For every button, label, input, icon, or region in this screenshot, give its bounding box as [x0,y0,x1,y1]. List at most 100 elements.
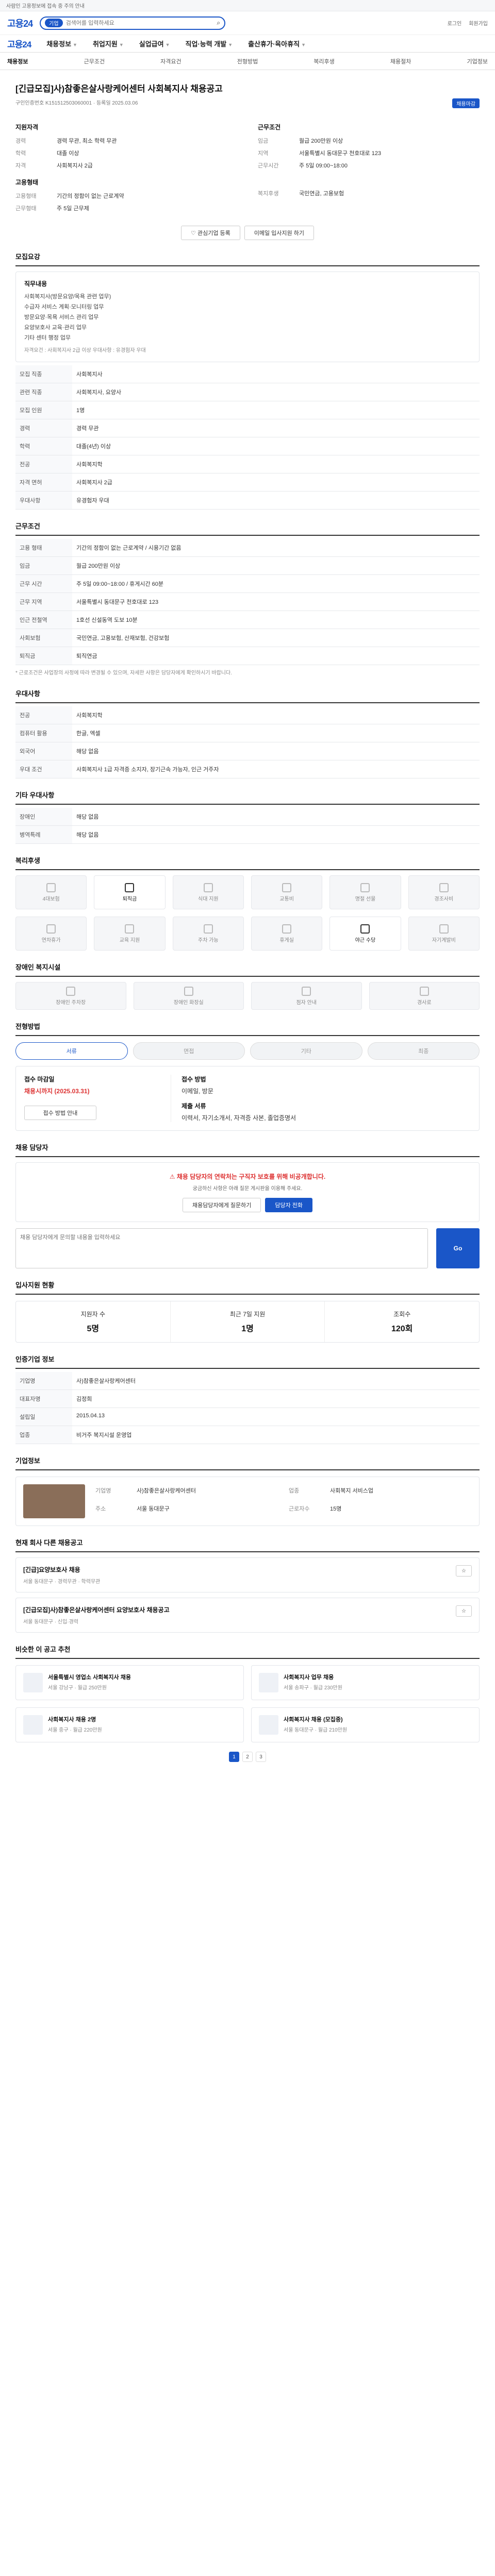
recommend-card[interactable]: 서울특별시 영업소 사회복지사 채용 서울 강남구 · 월급 250만원 [15,1665,244,1700]
warning-text: 궁금하신 사항은 아래 질문 게시판을 이용해 주세요. [192,1186,303,1192]
section-title: 기타 우대사항 [15,790,480,805]
summary-row: 학력 대졸 이상 [15,150,79,157]
stat-item: 지원자 수 5명 [16,1301,171,1342]
table-row: 모집 직종 사회복지사 [15,365,480,383]
section-jobinfo: 모집요강 직무내용 사회복지사(방문요양/목욕 관련 업무) 수급자 서비스 계… [15,251,480,510]
summary-work-heading: 근무조건 [258,124,281,131]
search-category-chip[interactable]: 기업 [45,19,63,27]
apply-method-button[interactable]: 접수 방법 안내 [24,1106,96,1120]
section-work: 근무조건 고용 형태 기간의 정함이 없는 근로계약 / 시용기간 없음 임금 월급… [15,521,480,677]
action-buttons: ♡ 관심기업 등록 이메일 입사지원 하기 [15,226,480,240]
tab-method[interactable]: 전형방법 [237,57,258,65]
section-stats: 입사지원 현황 지원자 수 5명 최근 7일 지원 1명 조회수 120회 [15,1280,480,1343]
scrap-button[interactable]: ☆ [456,1605,472,1617]
question-form: Go [15,1228,480,1268]
tab-welfare[interactable]: 복리후생 [314,57,334,65]
duty-heading: 직무내용 [24,280,47,287]
gnb-item[interactable]: 실업급여 ▼ [139,39,170,48]
section-title: 채용 담당자 [15,1142,480,1157]
welfare-tile: 경조사비 [408,875,480,909]
gnb-item[interactable]: 취업지원 ▼ [93,39,124,48]
table-row: 외국어 해당 없음 [15,742,480,760]
company-row: 주소 서울 동대문구 [95,1506,170,1512]
facility-label: 점자 안내 [296,999,317,1006]
gnb-item[interactable]: 직업·능력 개발 ▼ [186,39,233,48]
welfare-label: 휴게실 [279,937,294,943]
job-meta: 구인인증번호 K151512503060001 · 등록일 2025.03.06… [15,98,480,108]
recruit-company-table: 기업명 사)참좋은살사랑케어센터 대표자명 김정희 설립일 2015.04.13 업종… [15,1372,480,1444]
company-row: 근로자수 15명 [289,1506,342,1512]
summary-row: 자격 사회복지사 2급 [15,163,93,169]
table-row: 자격 면허 사회복지사 2급 [15,473,480,492]
table-row: 우대 조건 사회복지사 1급 자격증 소지자, 장기근속 가능자, 인근 거주자 [15,760,480,778]
page-button[interactable]: 1 [229,1752,239,1762]
job-id: 구인인증번호 K151512503060001 [15,100,92,106]
search-input[interactable] [65,20,214,26]
welfare-icon [46,883,56,892]
welfare-tile: 자기계발비 [408,917,480,951]
page-button[interactable]: 3 [256,1752,266,1762]
section-other: 기타 우대사항 장애인 해당 없음 병역특례 해당 없음 [15,790,480,844]
email-apply-button[interactable]: 이메일 입사지원 하기 [244,226,314,240]
welfare-tile: 교육 지원 [94,917,166,951]
table-row: 사회보험 국민연금, 고용보험, 산재보험, 건강보험 [15,629,480,647]
recommend-card[interactable]: 사회복지사 채용 (모집중) 서울 동대문구 · 월급 210만원 [251,1707,480,1742]
pagination: 1 2 3 [15,1752,480,1762]
company-row: 업종 사회복지 서비스업 [289,1488,374,1494]
section-title: 모집요강 [15,251,480,266]
summary-row: 고용형태 기간의 정함이 없는 근로계약 [15,193,124,199]
duty-note: 자격요건 : 사회복지사 2급 이상 우대사항 : 유경험자 우대 [24,348,146,353]
other-table: 장애인 해당 없음 병역특례 해당 없음 [15,808,480,844]
welfare-icon [125,883,135,892]
table-row: 퇴직금 퇴직연금 [15,647,480,665]
summary-row: 근무시간 주 5일 09:00~18:00 [258,163,348,169]
privacy-warning: ⚠ 채용 담당자의 연락처는 구직자 보호를 위해 비공개합니다. 궁금하신 사… [15,1162,480,1222]
gnb-item[interactable]: 출산휴가·육아휴직 ▼ [248,39,306,48]
facility-label: 경사로 [417,999,432,1006]
tab-work[interactable]: 근무조건 [84,57,105,65]
ask-manager-button[interactable]: 채용담당자에게 질문하기 [182,1198,261,1212]
section-title: 입사지원 현황 [15,1280,480,1295]
list-item[interactable]: [긴급]요양보호사 채용 서울 동대문구 · 경력무관 · 학력무관 ☆ [15,1557,480,1592]
header: 고용24 기업 ⌕ 로그인 회원가입 [0,11,495,35]
search-icon[interactable]: ⌕ [217,19,220,27]
recommend-card[interactable]: 사회복지사 채용 2명 서울 중구 · 월급 220만원 [15,1707,244,1742]
welfare-tile: 휴게실 [251,917,323,951]
question-input[interactable] [15,1228,428,1268]
table-row: 임금 월급 200만원 이상 [15,556,480,575]
welfare-label: 연차휴가 [41,937,61,943]
table-row: 근무 시간 주 5일 09:00~18:00 / 휴게시간 60분 [15,574,480,593]
docs-label: 제출 서류 [182,1103,206,1110]
scrap-button[interactable]: ☆ [456,1565,472,1577]
welfare-label: 명절 선물 [355,896,376,902]
recommend-card[interactable]: 사회복지사 업무 채용 서울 송파구 · 월급 230만원 [251,1665,480,1700]
tab-company[interactable]: 기업정보 [467,57,487,65]
disability-grid: 장애인 주차장 장애인 화장실 점자 안내 경사로 [15,982,480,1010]
deadline-value: 채용시까지 (2025.03.31) [24,1088,90,1095]
question-submit-button[interactable]: Go [436,1228,480,1268]
summary: 지원자격 경력 경력 무관, 최소 학력 무관 학력 대졸 이상 자격 사회복지사 2… [15,116,480,214]
page-button[interactable]: 2 [242,1752,253,1762]
table-row: 대표자명 김정희 [15,1389,480,1408]
recruit-table: 모집 직종 사회복지사 관련 직종 사회복지사, 요양사 모집 인원 1명 경력 경력 … [15,365,480,510]
join-link[interactable]: 회원가입 [469,19,488,27]
list-item[interactable]: [긴급모집]사)참좋은살사랑케어센터 요양보호사 채용공고 서울 동대문구 · 신… [15,1598,480,1633]
table-row: 컴퓨터 활용 한글, 엑셀 [15,724,480,742]
section-recruit-company: 인증기업 정보 기업명 사)참좋은살사랑케어센터 대표자명 김정희 설립일 2015.… [15,1354,480,1444]
welfare-icon [46,924,56,934]
tab-process[interactable]: 채용절차 [390,57,411,65]
login-link[interactable]: 로그인 [448,19,462,27]
interest-button[interactable]: ♡ 관심기업 등록 [181,226,240,240]
section-title: 우대사항 [15,688,480,703]
gnb-item[interactable]: 채용정보 ▼ [46,39,77,48]
site-logo[interactable]: 고용24 [7,16,33,30]
tab-recruit[interactable]: 채용정보 [7,57,28,65]
call-manager-button[interactable]: 담당자 전화 [265,1198,313,1212]
search-box: 기업 ⌕ [40,16,226,30]
welfare-icon [203,883,213,892]
tab-qual[interactable]: 자격요건 [160,57,181,65]
summary-row: 근무형태 주 5일 근무제 [15,206,89,212]
table-row: 인근 전철역 1호선 신설동역 도보 10분 [15,611,480,629]
section-title: 근무조건 [15,521,480,536]
gnb-brand[interactable]: 고용24 [7,37,31,50]
